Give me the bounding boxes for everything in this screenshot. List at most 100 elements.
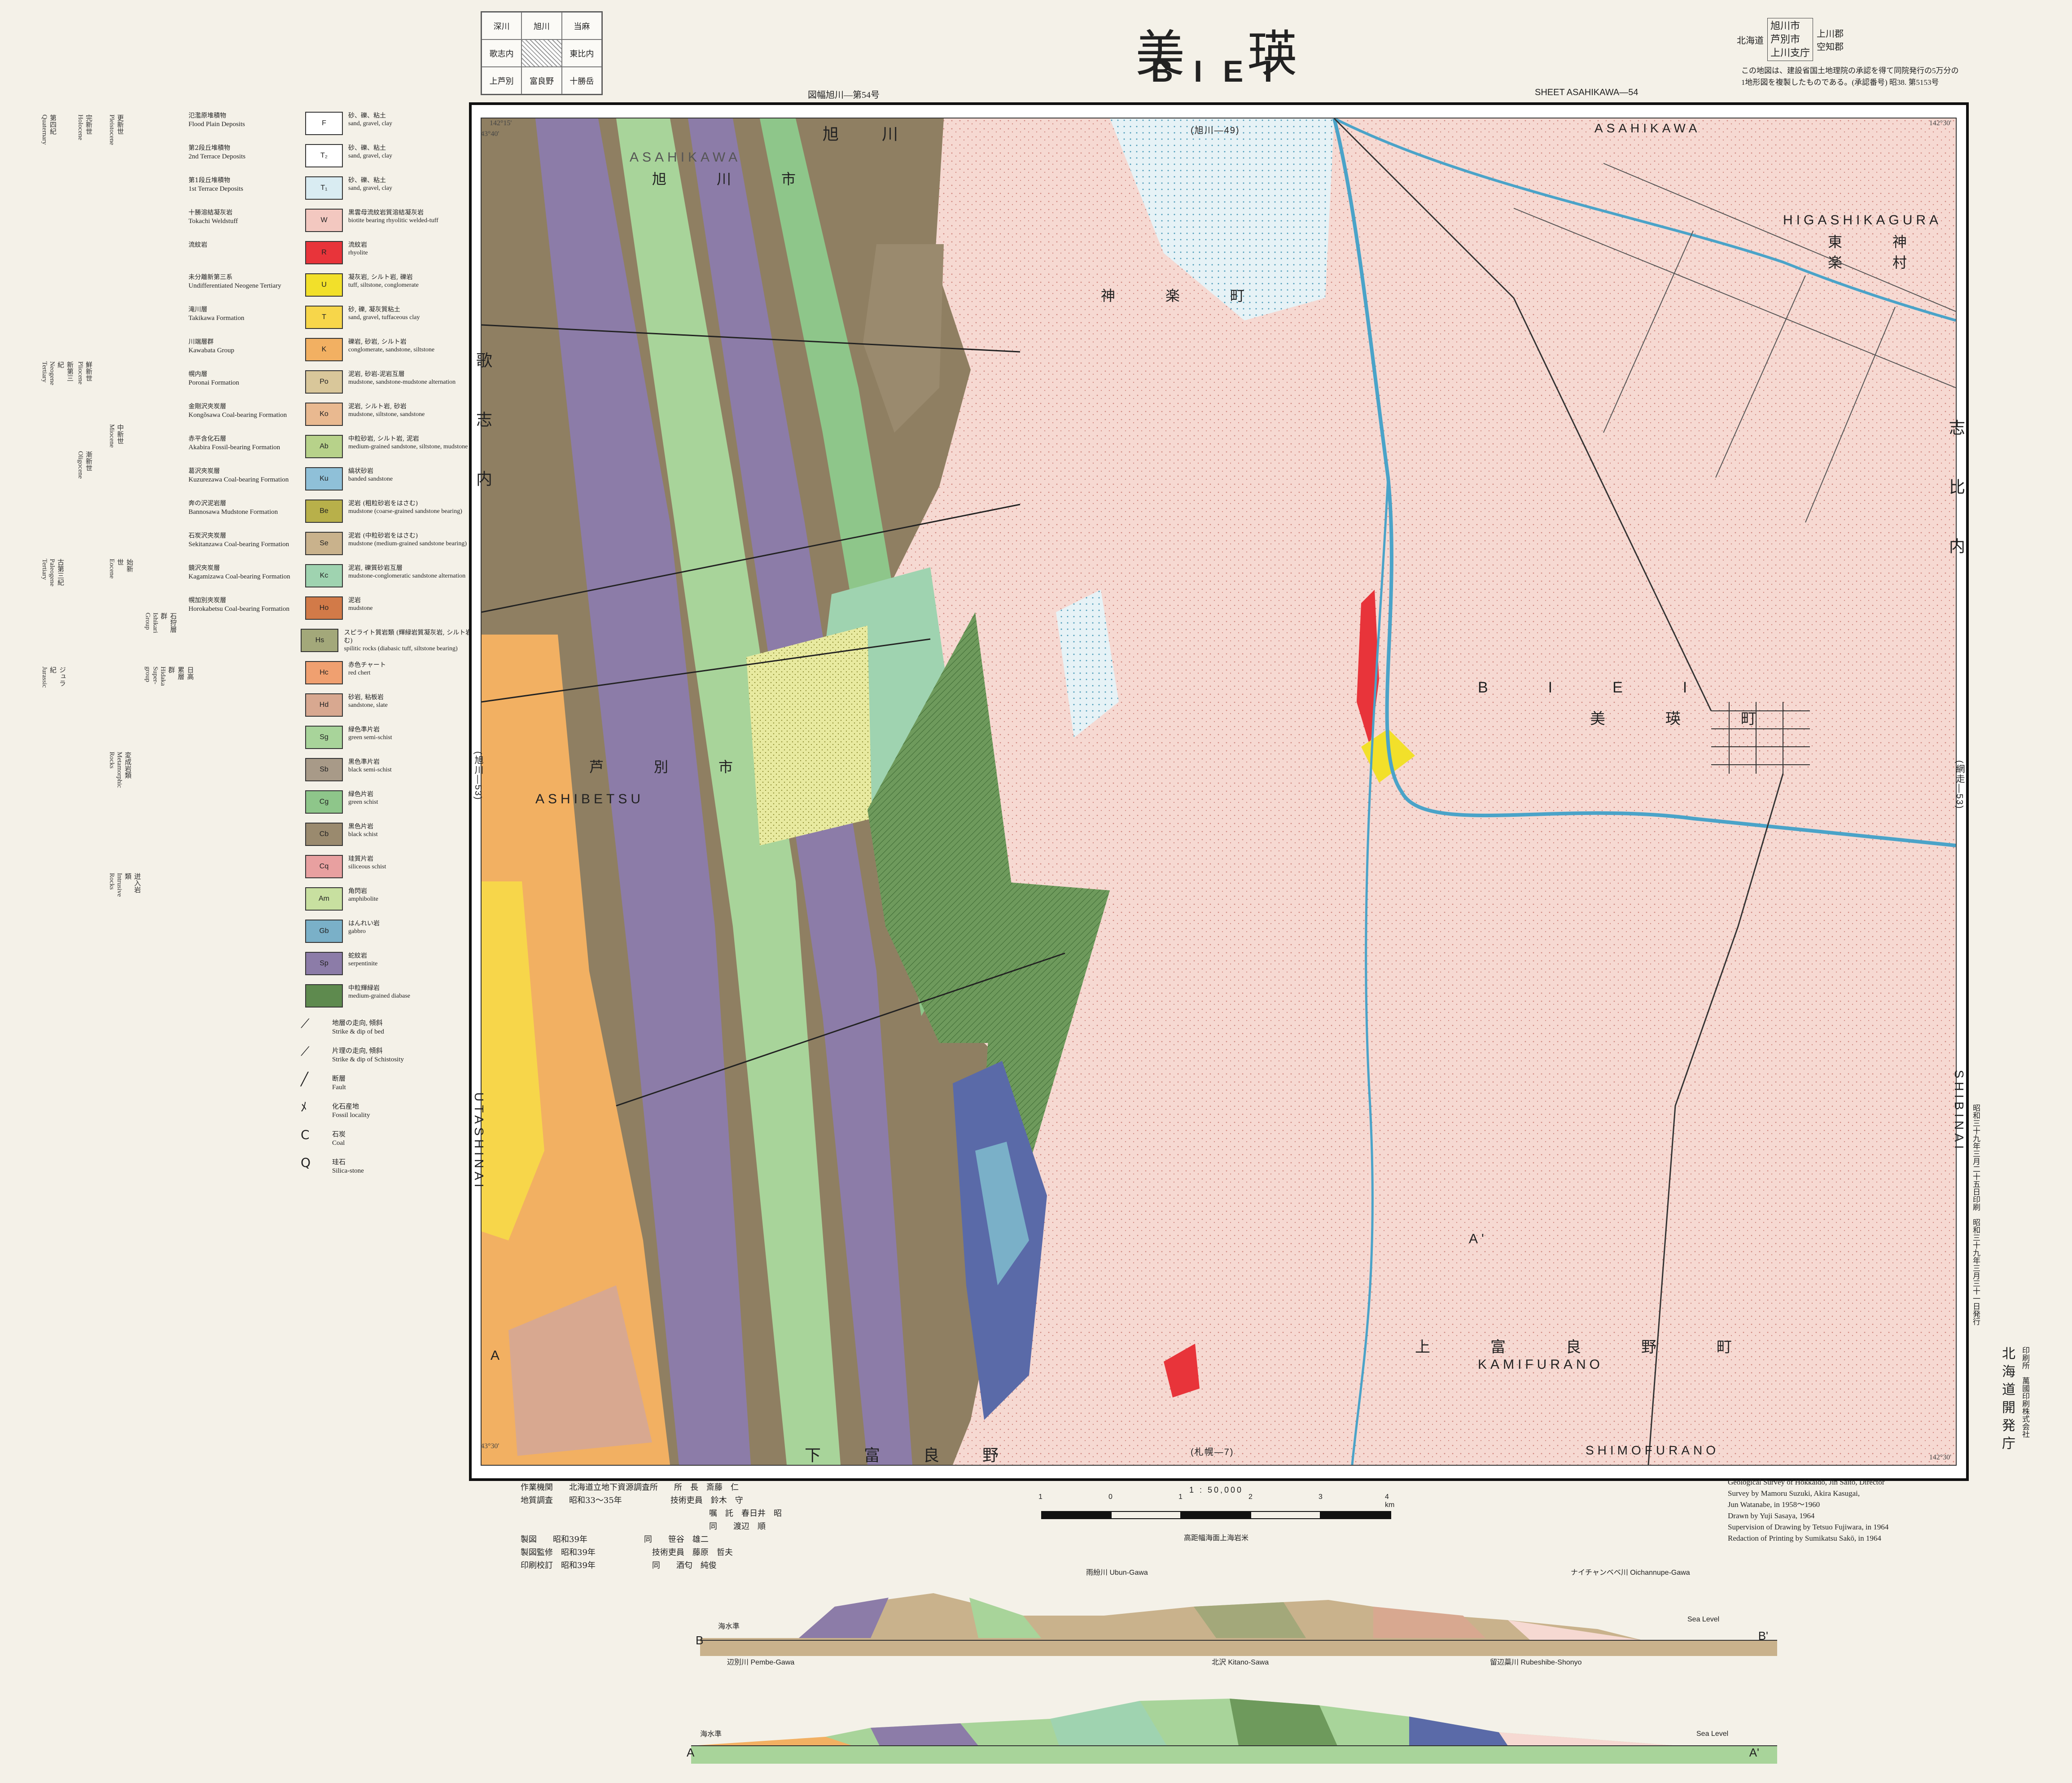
sea-level-jp: 海水準	[718, 1623, 740, 1630]
index-cell: 十勝岳	[561, 67, 602, 94]
index-cell-current	[521, 39, 562, 67]
legend-unit-desc: 黒雲母流紋岩質溶結凝灰岩 biotite bearing rhyolitic we…	[348, 209, 438, 224]
legend-era-label: 鮮新世 Pliocene	[77, 361, 92, 385]
legend-unit-name: 川端層群 Kawabata Group	[188, 338, 235, 354]
legend-unit-desc: 泥岩 (粗粒砂岩をはさむ) mudstone (coarse-grained sa…	[348, 500, 462, 515]
legend-swatch: Ku	[305, 467, 343, 491]
legend-swatch: T₂	[305, 144, 343, 167]
legend-unit-desc: 角閃岩 amphibolite	[348, 888, 378, 902]
legend-unit-row: Cq 珪質片岩 siliceous schist	[188, 853, 494, 885]
legend-unit-name: 十勝溶結凝灰岩 Tokachi Weldstuff	[188, 209, 238, 225]
section-b-start: B	[696, 1634, 704, 1647]
legend-swatch: U	[305, 273, 343, 297]
legend-symbol: Q 珪石 Silica-stone	[301, 1155, 364, 1175]
legend-unit-desc: 泥岩 mudstone	[348, 597, 373, 612]
legend-unit-row: Am 角閃岩 amphibolite	[188, 885, 494, 918]
legend-era-label: 完新世 Holocene	[77, 114, 92, 140]
legend-symbol: ╱ 断層 Fault	[301, 1072, 346, 1091]
legend-era-label: 日高累層群 Hidaka Super-group	[144, 666, 193, 686]
index-cell: 歌志内	[482, 39, 522, 67]
edge-right-ref: (網走—53)	[1954, 760, 1964, 810]
legend-swatch: Am	[305, 887, 343, 911]
edge-top-jp: 旭 川	[823, 125, 912, 144]
edge-left-jp: 歌 志 内	[473, 352, 492, 500]
geologic-map[interactable]: 旭 川 (旭川—49) ASAHIKAWA 下 富 良 野 (札幌—7) SHI…	[481, 118, 1957, 1466]
legend-era-label: 中新世 Miocene	[108, 424, 123, 448]
index-cell: 旭川	[521, 12, 562, 39]
edge-bottom-jp: 下 富 良 野	[805, 1446, 1012, 1465]
edge-left-ref: (旭川—53)	[473, 751, 483, 801]
legend-unit-name: 石炭沢夾炭層 Sekitanzawa Coal-bearing Formation	[188, 532, 289, 548]
legend-swatch: Se	[305, 532, 343, 555]
legend-swatch: Hc	[305, 661, 343, 684]
legend-unit-row: 金剛沢夾炭層 Kongõsawa Coal-bearing Formation Ko…	[188, 401, 494, 433]
legend-unit-name	[188, 918, 305, 920]
legend-unit-name	[188, 756, 305, 758]
map-frame: 旭 川 (旭川—49) ASAHIKAWA 下 富 良 野 (札幌—7) SHI…	[469, 102, 1969, 1481]
legend-unit-name: 奔の沢泥岩層 Bannosawa Mudstone Formation	[188, 500, 278, 516]
legend-unit-desc: 砂、礫、粘土 sand, gravel, clay	[348, 145, 392, 159]
legend-swatch: F	[305, 112, 343, 135]
place-label: 美 瑛 町	[1590, 710, 1779, 728]
legend-unit-row: Hd 砂岩, 粘板岩 sandstone, slate	[188, 692, 494, 724]
edge-bottom-en: SHIMOFURANO	[1586, 1443, 1719, 1457]
legend-unit-name: 幌加別夾炭層 Horokabetsu Coal-bearing Formation	[188, 597, 289, 613]
sea-level-label: Sea Level	[1687, 1616, 1720, 1623]
legend-unit-desc: 黒色準片岩 black semi-schist	[348, 758, 392, 773]
legend-swatch: T	[305, 306, 343, 329]
legend-unit-name: 金剛沢夾炭層 Kongõsawa Coal-bearing Formation	[188, 403, 287, 419]
section-a-end: A'	[1749, 1746, 1759, 1759]
legend-unit-desc: 赤色チャート red chert	[348, 662, 386, 676]
legend-unit-row: 鏡沢夾炭層 Kagamizawa Coal-bearing Formation Kc…	[188, 562, 494, 595]
legend-unit-row: Sg 緑色準片岩 green semi-schist	[188, 724, 494, 756]
legend-swatch: W	[305, 209, 343, 232]
section-line-end: A'	[1469, 1231, 1488, 1246]
credits-en: Geological Survey of Hokkaido, Jin Saito…	[1728, 1478, 1889, 1542]
legend-unit-desc: 緑色準片岩 green semi-schist	[348, 726, 392, 741]
legend-swatch: Po	[305, 370, 343, 394]
index-cell: 上芦別	[482, 67, 522, 94]
districts-b: 上川郡 空知郡	[1817, 29, 1844, 52]
legend-era-label: 更新世 Pleistocene	[108, 114, 123, 145]
fossil-icon: ﾒ	[301, 1100, 307, 1114]
index-cell: 当麻	[561, 12, 602, 39]
legend-unit-desc: 凝灰岩, シルト岩, 礫岩 tuff, siltstone, conglomera…	[348, 274, 419, 289]
reproduction-note: この地図は、建設省国土地理院の承認を得て同院発行の5万分の 1地形図を複製したも…	[1741, 66, 1959, 87]
legend-symbol: ﾒ化石産地 Fossil locality	[301, 1100, 370, 1119]
legend-unit-row: Cb 黒色片岩 black schist	[188, 821, 494, 853]
legend-unit-row: 未分離新第三系 Undifferentiated Neogene Tertiary…	[188, 272, 494, 304]
legend-unit-name: 鏡沢夾炭層 Kagamizawa Coal-bearing Formation	[188, 565, 290, 580]
legend-swatch	[305, 984, 343, 1008]
legend-unit-name	[188, 821, 305, 823]
legend-unit-name: 第1段丘堆積物 1st Terrace Deposits	[188, 177, 243, 193]
fault-icon: ╱	[301, 1072, 308, 1086]
legend-unit-desc: 砂岩, 粘板岩 sandstone, slate	[348, 694, 388, 709]
legend-unit-desc: 泥岩, 砂岩-泥岩互層 mudstone, sandstone-mudstone …	[348, 371, 456, 386]
legend-era-label: 変成岩類 Metamorphic Rocks	[108, 752, 131, 788]
series-right: SHEET ASAHIKAWA—54	[1535, 88, 1638, 97]
legend-unit-row: 葛沢夾炭層 Kuzurezawa Coal-bearing Formation Ku…	[188, 465, 494, 498]
legend-swatch: Gb	[305, 920, 343, 943]
coal-icon: C	[301, 1127, 310, 1142]
legend-swatch: T₁	[305, 176, 343, 200]
legend-unit-row: 滝川層 Takikawa Formation T 砂, 礫, 凝灰質粘土 sand, g…	[188, 304, 494, 336]
legend-era-label: 第四紀 Quaternary	[41, 114, 56, 145]
legend-unit-row: 川端層群 Kawabata Group K 礫岩, 砂岩, シルト岩 conglomer…	[188, 336, 494, 368]
legend-unit-name	[188, 853, 305, 855]
edge-right-en: SHIBINAI	[1952, 1070, 1966, 1152]
legend-symbol: ⟋ 地層の走向, 傾斜 Strike & dip of bed	[301, 1016, 384, 1036]
edge-top-en: ASAHIKAWA	[1595, 121, 1701, 135]
credits-jp: 作業機関 北海道立地下資源調査所 所 長 斎藤 仁 地質調査 昭和33〜35年 …	[521, 1483, 782, 1570]
place-label: ASAHIKAWA	[630, 150, 741, 165]
print-dates: 昭和三十九年三月二十五日印刷 昭和三十九年三月三十一日発行	[1971, 1104, 1980, 1325]
coord-br-lon: 142°30'	[1929, 1454, 1951, 1461]
legend-unit-name: 氾濫原堆積物 Flood Plain Deposits	[188, 112, 245, 128]
legend-unit-row: 氾濫原堆積物 Flood Plain Deposits F 砂、礫、粘土 sand, g…	[188, 110, 494, 142]
map-title-en: BIEI	[1151, 54, 1293, 88]
legend-swatch: K	[305, 338, 343, 361]
legend-unit-desc: 砂、礫、粘土 sand, gravel, clay	[348, 112, 392, 127]
legend-era-label: 石狩層群 Ishikari Group	[144, 613, 176, 633]
place-label: 旭 川 市	[652, 171, 814, 188]
section-place: 雨紛川 Ubun-Gawa	[1086, 1569, 1148, 1577]
legend-era-label: ジュラ紀 Jurassic	[41, 666, 66, 688]
